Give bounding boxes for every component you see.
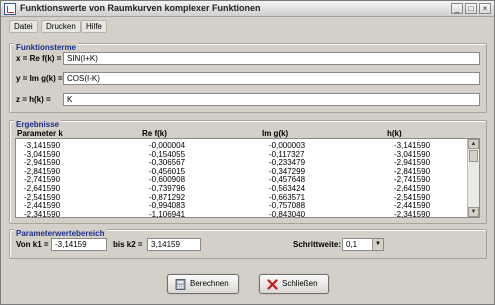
chevron-down-icon[interactable]: ▼ — [372, 239, 383, 250]
y-term-input[interactable]: COS(I-K) — [63, 72, 480, 85]
x-label: x = Re f(k) = — [16, 54, 62, 63]
table-row[interactable]: -2,341590 -1,106941 -0,843040 -2,341590 — [16, 210, 464, 220]
x-term-input[interactable]: SIN(I+K) — [63, 52, 480, 65]
app-window: Funktionswerte von Raumkurven komplexer … — [0, 0, 495, 305]
window-controls: _ □ × — [451, 3, 491, 14]
step-label: Schrittweite: — [293, 240, 342, 249]
z-label: z = h(k) = — [16, 95, 51, 104]
col-header-im: Im g(k) — [262, 129, 289, 138]
parameterbereich-title: Parameterwertebereich — [14, 229, 107, 238]
schliessen-label: Schließen — [282, 279, 318, 288]
col-header-parameter: Parameter k — [17, 129, 63, 138]
step-select[interactable]: 0,1 ▼ — [342, 238, 384, 251]
title-bar: Funktionswerte von Raumkurven komplexer … — [1, 1, 494, 17]
scroll-up-icon[interactable]: ▲ — [468, 139, 479, 149]
col-header-re: Re f(k) — [142, 129, 167, 138]
berechnen-label: Berechnen — [190, 279, 229, 288]
schliessen-button[interactable]: Schließen — [259, 274, 329, 294]
close-x-icon — [267, 279, 278, 290]
menu-datei[interactable]: Datei — [9, 20, 38, 33]
results-scrollbar[interactable]: ▲ ▼ — [467, 139, 479, 217]
minimize-button[interactable]: _ — [451, 3, 463, 14]
berechnen-button[interactable]: Berechnen — [167, 274, 239, 294]
scroll-down-icon[interactable]: ▼ — [468, 207, 479, 217]
y-label: y = Im g(k) = — [16, 74, 63, 83]
table-cell: -0,843040 — [269, 209, 306, 219]
funktionsterme-title: Funktionsterme — [14, 43, 79, 52]
k2-label: bis k2 = — [113, 240, 143, 249]
app-icon — [4, 3, 16, 15]
k2-input[interactable]: 3,14159 — [147, 238, 201, 251]
z-term-input[interactable]: K — [63, 93, 480, 106]
ergebnisse-title: Ergebnisse — [14, 120, 62, 129]
step-value: 0,1 — [346, 240, 358, 249]
menu-drucken[interactable]: Drucken — [41, 20, 81, 33]
close-button[interactable]: × — [479, 3, 491, 14]
menu-bar: Datei Drucken Hilfe — [1, 18, 494, 35]
menu-hilfe[interactable]: Hilfe — [81, 20, 108, 33]
results-table[interactable]: -3,141590 -0,000004 -0,000003 -3,141590 -3,0… — [15, 138, 480, 220]
table-cell: -1,106941 — [149, 209, 186, 219]
k1-input[interactable]: -3,14159 — [51, 238, 107, 251]
k1-label: Von k1 = — [16, 240, 49, 249]
col-header-h: h(k) — [387, 129, 402, 138]
window-title: Funktionswerte von Raumkurven komplexer … — [20, 3, 261, 13]
calculator-icon — [175, 279, 186, 290]
table-cell: -2,341590 — [394, 209, 431, 219]
maximize-button[interactable]: □ — [465, 3, 477, 14]
scroll-thumb[interactable] — [469, 150, 478, 162]
table-cell: -2,341590 — [24, 209, 61, 219]
